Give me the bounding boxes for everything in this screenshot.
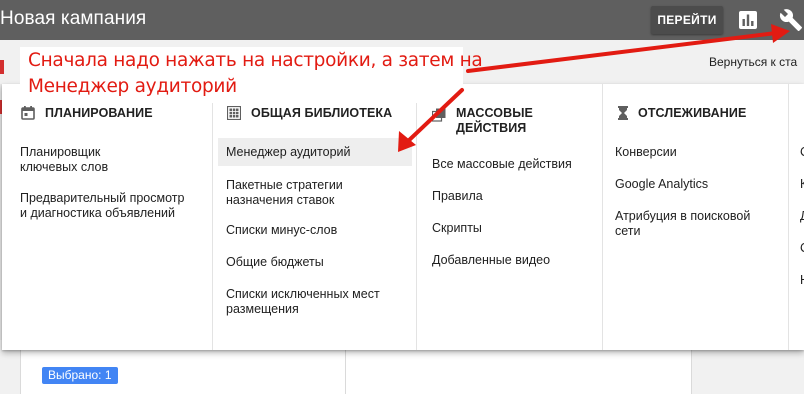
menu-item-audience-manager[interactable]: Менеджер аудиторий: [218, 138, 412, 166]
menu-item-label: С: [800, 145, 804, 159]
menu-item-all-bulk-actions[interactable]: Все массовые действия: [432, 157, 572, 172]
menu-item-label: Скрипты: [432, 221, 482, 235]
menu-item-keyword-planner[interactable]: Планировщик ключевых слов: [20, 145, 108, 175]
menu-item-clipped[interactable]: С: [800, 145, 804, 160]
menu-item-clipped[interactable]: С: [800, 241, 804, 256]
column-bulk-actions: МАССОВЫЕ ДЕЙСТВИЯ Все массовые действия …: [416, 84, 603, 350]
menu-item-label: Менеджер аудиторий: [226, 145, 351, 159]
column-planning: ПЛАНИРОВАНИЕ Планировщик ключевых слов П…: [2, 84, 212, 350]
annotation-line: Менеджер аудиторий: [28, 76, 237, 97]
column-title: ПЛАНИРОВАНИЕ: [45, 106, 153, 120]
top-bar: Новая кампания ПЕРЕЙТИ: [0, 0, 804, 40]
error-marker: [0, 60, 4, 74]
menu-item-search-attribution[interactable]: Атрибуция в поисковой сети: [615, 209, 750, 239]
menu-item-label: Добавленные видео: [432, 253, 551, 267]
column-title: МАССОВЫЕ ДЕЙСТВИЯ: [456, 106, 533, 135]
menu-item-label: Д: [800, 209, 804, 223]
copy-icon: [432, 108, 446, 122]
menu-item-placement-exclusions[interactable]: Списки исключенных мест размещения: [226, 287, 380, 317]
menu-item-ad-preview[interactable]: Предварительный просмотр и диагностика о…: [20, 191, 184, 221]
column-title: ОТСЛЕЖИВАНИЕ: [638, 106, 747, 120]
column-clipped: С К Д С Н: [788, 84, 804, 350]
menu-item-label: Все массовые действия: [432, 157, 572, 171]
column-tracking: ОТСЛЕЖИВАНИЕ Конверсии Google Analytics …: [602, 84, 789, 350]
menu-item-label: Правила: [432, 189, 483, 203]
annotation-text: Сначала надо нажать на настройки, а зате…: [28, 48, 483, 100]
go-button[interactable]: ПЕРЕЙТИ: [651, 6, 723, 34]
column-header: ПЛАНИРОВАНИЕ: [21, 106, 153, 121]
menu-item-label: Пакетные стратегии назначения ставок: [226, 178, 343, 207]
column-header: ОБЩАЯ БИБЛИОТЕКА: [227, 106, 392, 121]
menu-item-label: С: [800, 241, 804, 255]
wrench-icon[interactable]: [779, 8, 803, 32]
page-title: Новая кампания: [0, 8, 147, 29]
menu-item-label: Конверсии: [615, 145, 677, 159]
menu-item-clipped[interactable]: Н: [800, 273, 804, 288]
menu-item-negative-keyword-lists[interactable]: Списки минус-слов: [226, 223, 337, 238]
grid-icon: [227, 106, 241, 120]
annotation-line: Сначала надо нажать на настройки, а зате…: [28, 50, 483, 71]
selected-count-badge[interactable]: Выбрано: 1: [42, 367, 118, 384]
menu-item-label: Списки минус-слов: [226, 223, 338, 237]
hourglass-icon: [618, 106, 628, 120]
column-header: ОТСЛЕЖИВАНИЕ: [618, 106, 746, 121]
menu-item-bid-strategies[interactable]: Пакетные стратегии назначения ставок: [226, 178, 343, 208]
menu-item-uploaded-videos[interactable]: Добавленные видео: [432, 253, 550, 268]
menu-item-label: Google Analytics: [615, 177, 709, 191]
menu-item-conversions[interactable]: Конверсии: [615, 145, 677, 160]
menu-item-clipped[interactable]: К: [800, 177, 804, 192]
menu-item-label: Списки исключенных мест размещения: [226, 287, 380, 316]
reports-icon[interactable]: [739, 11, 757, 29]
menu-item-label: Общие бюджеты: [226, 255, 324, 269]
menu-item-shared-budgets[interactable]: Общие бюджеты: [226, 255, 324, 270]
menu-item-clipped[interactable]: Д: [800, 209, 804, 224]
menu-item-label: Планировщик ключевых слов: [20, 145, 109, 174]
menu-item-rules[interactable]: Правила: [432, 189, 483, 204]
menu-item-google-analytics[interactable]: Google Analytics: [615, 177, 708, 192]
column-shared-library: ОБЩАЯ БИБЛИОТЕКА Менеджер аудиторий Паке…: [212, 84, 417, 350]
menu-item-label: Предварительный просмотр и диагностика о…: [20, 191, 185, 220]
menu-item-label: К: [800, 177, 804, 191]
tools-dropdown: ПЛАНИРОВАНИЕ Планировщик ключевых слов П…: [2, 84, 804, 350]
menu-item-label: Атрибуция в поисковой сети: [615, 209, 751, 238]
back-link[interactable]: Вернуться к ста: [709, 55, 797, 69]
calendar-icon: [21, 106, 35, 120]
column-title: ОБЩАЯ БИБЛИОТЕКА: [251, 106, 393, 120]
menu-item-label: Н: [800, 273, 804, 287]
column-header: МАССОВЫЕ ДЕЙСТВИЯ: [432, 106, 533, 136]
menu-item-scripts[interactable]: Скрипты: [432, 221, 482, 236]
